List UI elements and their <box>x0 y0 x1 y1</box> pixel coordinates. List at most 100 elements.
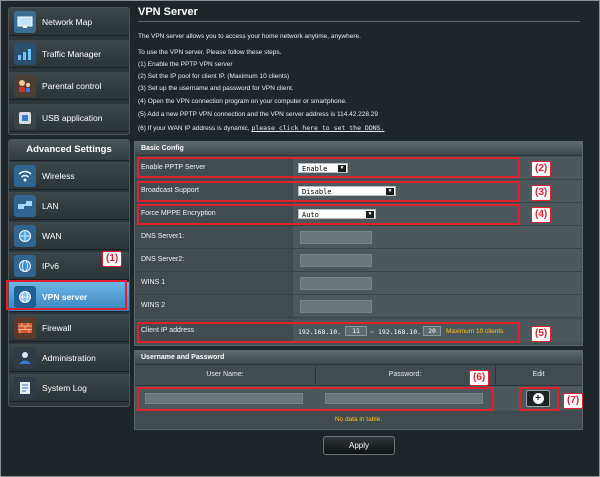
system-log-icon <box>14 376 36 399</box>
wireless-icon <box>14 164 36 187</box>
steps-intro: To use the VPN server. Please follow the… <box>138 49 282 56</box>
sidebar-item-label: Network Map <box>42 16 93 27</box>
sidebar-item-system-log[interactable]: System Log <box>9 374 129 402</box>
sidebar-item-label: LAN <box>42 200 59 211</box>
wins1-input[interactable] <box>300 277 372 290</box>
sidebar-item-label: Parental control <box>42 80 102 91</box>
dns1-label: DNS Server1: <box>141 233 185 240</box>
ipv6-icon <box>14 254 36 277</box>
enable-pptp-select[interactable]: Enable ▼ <box>298 163 348 173</box>
plus-icon: + <box>532 393 544 404</box>
sidebar-item-administration[interactable]: Administration <box>9 344 129 372</box>
wins1-label: WINS 1 <box>141 279 166 286</box>
page-title: VPN Server <box>138 6 198 18</box>
sidebar-item-label: VPN server <box>42 291 88 302</box>
sidebar-item-traffic-manager[interactable]: Traffic Manager <box>9 40 129 68</box>
administration-icon <box>14 346 36 369</box>
vpn-server-icon <box>14 285 36 308</box>
mppe-select[interactable]: Auto ▼ <box>298 209 376 219</box>
new-password-input[interactable] <box>325 393 483 404</box>
broadcast-value: Disable <box>302 188 332 196</box>
sidebar-item-wireless[interactable]: Wireless <box>9 162 129 190</box>
advanced-settings-header: Advanced Settings <box>9 140 129 161</box>
annotation-1: (1) <box>102 251 123 267</box>
sidebar-item-wan[interactable]: WAN <box>9 222 129 250</box>
broadcast-select[interactable]: Disable ▼ <box>298 186 396 196</box>
enable-pptp-value: Enable <box>302 165 328 173</box>
dns2-input[interactable] <box>300 254 372 267</box>
ip-prefix-start: 192.168.10. <box>298 328 342 336</box>
sidebar-item-label: USB application <box>42 112 103 123</box>
ip-separator: ~ <box>370 328 374 336</box>
enable-pptp-label: Enable PPTP Server <box>141 164 206 171</box>
sidebar-item-label: Traffic Manager <box>42 48 102 59</box>
user-table-panel: Username and Password User Name: Passwor… <box>134 350 583 430</box>
firewall-icon <box>14 316 36 339</box>
user-table-header: Username and Password <box>135 351 582 365</box>
sidebar-item-label: WAN <box>42 230 62 241</box>
add-user-button[interactable]: + <box>526 390 550 407</box>
row-enable-pptp: Enable PPTP Server Enable ▼ <box>135 157 582 180</box>
dns1-input[interactable] <box>300 231 372 244</box>
step-3: (3) Set up the username and password for… <box>138 85 294 92</box>
sidebar-item-firewall[interactable]: Firewall <box>9 314 129 342</box>
apply-button[interactable]: Apply <box>323 436 395 455</box>
sidebar-item-vpn-server[interactable]: VPN server <box>9 282 129 312</box>
step-6-text: (6) If your WAN IP address is dynamic, <box>138 125 250 132</box>
new-username-input[interactable] <box>145 393 303 404</box>
wan-icon <box>14 224 36 247</box>
step-1: (1) Enable the PPTP VPN server <box>138 61 233 68</box>
sidebar-item-network-map[interactable]: Network Map <box>9 8 129 36</box>
row-client-ip: Client IP address 192.168.10. 11 ~ 192.1… <box>135 320 582 343</box>
chevron-down-icon: ▼ <box>338 165 346 172</box>
annotation-5: (5) <box>531 326 552 342</box>
ip-start-input[interactable]: 11 <box>345 326 367 336</box>
sidebar-item-label: Administration <box>42 352 96 363</box>
row-dns1: DNS Server1: <box>135 226 582 249</box>
client-ip-label: Client IP address <box>141 327 195 334</box>
description-text: The VPN server allows you to access your… <box>138 33 361 40</box>
dns2-label: DNS Server2: <box>141 256 185 263</box>
traffic-manager-icon <box>14 42 36 65</box>
annotation-4: (4) <box>531 207 552 223</box>
chevron-down-icon: ▼ <box>386 188 394 195</box>
row-broadcast: Broadcast Support Disable ▼ <box>135 180 582 203</box>
ddns-link[interactable]: please click here to set the DDNS. <box>251 124 384 132</box>
sidebar-item-usb-application[interactable]: USB application <box>9 104 129 132</box>
user-table-columns: User Name: Password: Edit <box>135 365 582 386</box>
basic-config-header: Basic Config <box>135 142 582 156</box>
user-table-input-row: + <box>135 386 582 410</box>
step-6: (6) If your WAN IP address is dynamic, p… <box>138 124 385 132</box>
lan-icon <box>14 194 36 217</box>
annotation-3: (3) <box>531 185 552 201</box>
row-wins1: WINS 1 <box>135 272 582 295</box>
sidebar-item-label: Wireless <box>42 170 75 181</box>
col-user-name: User Name: <box>135 365 316 385</box>
sidebar: Network Map Traffic Manager Parental con… <box>8 1 130 476</box>
sidebar-item-parental-control[interactable]: Parental control <box>9 72 129 100</box>
step-4: (4) Open the VPN connection program on y… <box>138 98 347 105</box>
title-divider <box>138 21 580 22</box>
chevron-down-icon: ▼ <box>366 211 374 218</box>
col-edit: Edit <box>532 371 545 378</box>
annotation-7: (7) <box>563 393 584 409</box>
advanced-settings-group: Advanced Settings Wireless LAN WAN IPv6 … <box>8 139 130 407</box>
ip-prefix-end: 192.168.10. <box>378 328 422 336</box>
sidebar-top-group: Network Map Traffic Manager Parental con… <box>8 7 130 135</box>
broadcast-label: Broadcast Support <box>141 187 199 194</box>
max-clients-note: Maximum 10 clients <box>446 328 504 335</box>
wins2-label: WINS 2 <box>141 302 166 309</box>
annotation-6: (6) <box>469 370 490 386</box>
row-dns2: DNS Server2: <box>135 249 582 272</box>
mppe-label: Force MPPE Encryption <box>141 210 216 217</box>
annotation-2: (2) <box>531 161 552 177</box>
row-wins2: WINS 2 <box>135 295 582 318</box>
wins2-input[interactable] <box>300 300 372 313</box>
step-2: (2) Set the IP pool for client IP. (Maxi… <box>138 73 290 80</box>
app-frame: Network Map Traffic Manager Parental con… <box>0 0 600 477</box>
basic-config-panel: Basic Config Enable PPTP Server Enable ▼… <box>134 141 583 346</box>
ip-end-input[interactable]: 20 <box>423 326 441 336</box>
sidebar-item-lan[interactable]: LAN <box>9 192 129 220</box>
usb-application-icon <box>14 106 36 129</box>
empty-table-message: No data in table. <box>135 411 582 429</box>
